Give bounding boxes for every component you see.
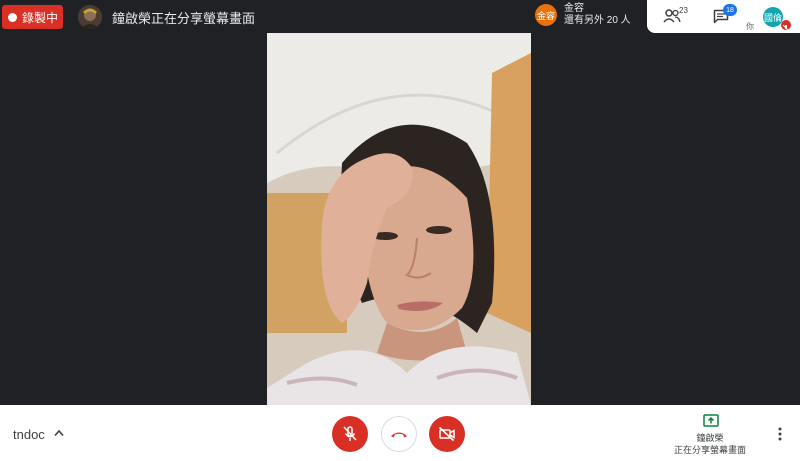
- mic-toggle-button[interactable]: [332, 416, 368, 452]
- presenting-status: 正在分享螢幕畫面: [673, 445, 746, 455]
- presenter-title: 鐘啟榮正在分享螢幕畫面: [112, 11, 256, 26]
- camera-toggle-button[interactable]: [429, 416, 465, 452]
- presenter-avatar: [78, 5, 102, 29]
- participant-preview[interactable]: 金容 金容 還有另外 20 人: [535, 3, 631, 27]
- people-count: 23: [679, 6, 688, 15]
- participant-avatar: 金容: [535, 4, 557, 26]
- self-avatar[interactable]: 國倫: [763, 7, 783, 27]
- chevron-up-icon[interactable]: [54, 429, 64, 437]
- record-dot-icon: [8, 12, 17, 22]
- bottom-bar: tndoc 鐘啟榮 正在分享螢幕畫面: [0, 405, 800, 461]
- top-bar: 錄製中 鐘啟榮正在分享螢幕畫面 金容 金容 還有另外 20 人 23 18 國倫…: [0, 0, 800, 33]
- recording-badge[interactable]: 錄製中: [2, 5, 63, 29]
- more-vert-icon[interactable]: [777, 427, 783, 441]
- participant-extra-count: 還有另外 20 人: [564, 15, 631, 26]
- participant-name: 金容: [564, 3, 584, 14]
- hangup-icon: [391, 432, 407, 438]
- camera-off-icon: [438, 426, 455, 442]
- recording-label: 錄製中: [22, 10, 59, 25]
- mic-off-icon: [343, 426, 357, 441]
- self-mic-muted-icon: [781, 20, 791, 32]
- present-screen-icon[interactable]: [703, 414, 719, 427]
- meeting-code[interactable]: tndoc: [13, 427, 45, 442]
- presenter-video: [267, 33, 531, 405]
- chat-unread-badge: 18: [723, 4, 737, 16]
- self-label: 你: [746, 22, 754, 31]
- meet-window: 錄製中 鐘啟榮正在分享螢幕畫面 金容 金容 還有另外 20 人 23 18 國倫…: [0, 0, 800, 461]
- top-right-panel: 23 18 國倫 你: [647, 0, 800, 33]
- hangup-button[interactable]: [381, 416, 417, 452]
